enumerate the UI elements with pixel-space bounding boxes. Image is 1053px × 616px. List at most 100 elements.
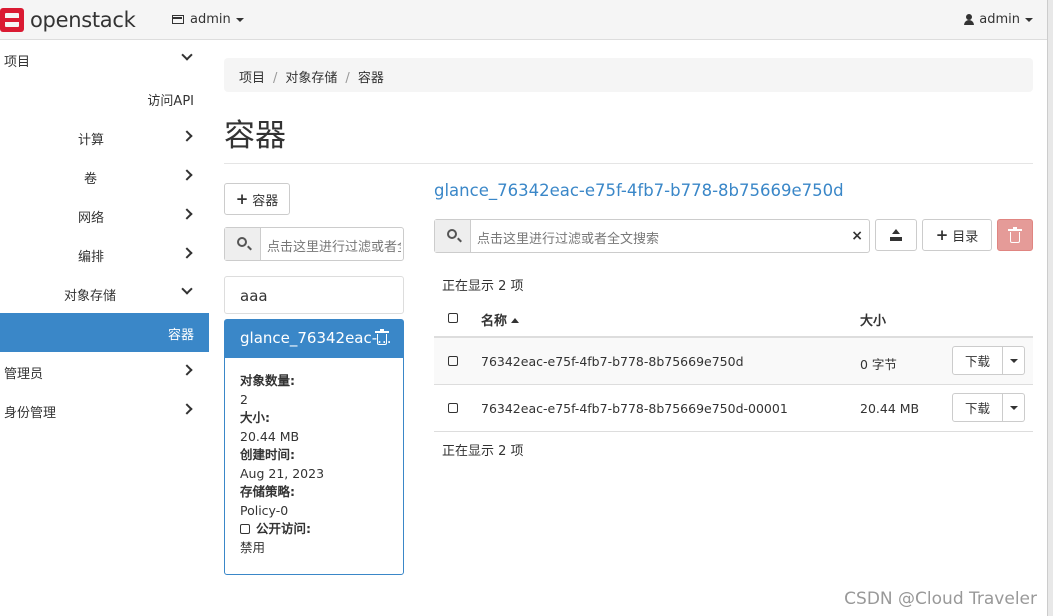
chevron-down-icon (181, 49, 193, 61)
watermark: CSDN @Cloud Traveler (844, 589, 1037, 609)
policy-label: 存储策略: (240, 484, 295, 499)
container-search-box: 点击这里进行过滤或者全文搜索 (224, 227, 404, 261)
search-addon (225, 228, 261, 260)
chevron-right-icon (181, 403, 193, 415)
column-name-header[interactable]: 名称 (481, 310, 520, 329)
add-container-button[interactable]: + 容器 (224, 183, 290, 215)
create-folder-label: 目录 (952, 229, 979, 245)
breadcrumb-object-store[interactable]: 对象存储 (285, 71, 337, 86)
container-item-glance[interactable]: glance_76342eac-... 对象数量: 2 大小: 20.44 MB… (224, 319, 404, 575)
created-value: Aug 21, 2023 (240, 465, 325, 481)
row-checkbox[interactable] (448, 356, 458, 366)
sidebar-item-compute[interactable]: 计算 (0, 118, 209, 157)
sort-ascending-icon (511, 318, 520, 323)
object-count-value: 2 (240, 391, 248, 407)
showing-count-bottom: 正在显示 2 项 (442, 444, 524, 459)
public-access-checkbox[interactable] (240, 524, 250, 534)
plus-icon: + (235, 190, 249, 208)
download-button[interactable]: 下载 (952, 393, 1003, 422)
select-all-checkbox[interactable] (448, 313, 458, 323)
project-icon (172, 15, 184, 24)
object-search-input[interactable]: 点击这里进行过滤或者全文搜索 (477, 228, 837, 247)
sidebar-item-label: 对象存储 (64, 289, 117, 304)
objects-table: 名称 大小 76342eac-e75f-4fb7-b778-8b75669e75… (434, 300, 1033, 432)
object-size: 20.44 MB (860, 401, 920, 416)
container-name: aaa (240, 287, 268, 305)
sidebar: 项目 访问API 计算 卷 网络 编排 对象存储 容器 管理员 身份管理 (0, 40, 209, 430)
container-item-aaa[interactable]: aaa (224, 276, 404, 314)
sidebar-item-label: 编排 (78, 250, 105, 265)
page-title: 容器 (224, 118, 286, 154)
public-access-label: 公开访问: (256, 521, 311, 536)
actions-dropdown-toggle[interactable] (1003, 346, 1025, 375)
chevron-right-icon (181, 208, 193, 220)
sidebar-item-label: 容器 (167, 328, 194, 343)
project-label: admin (190, 12, 231, 27)
sidebar-item-label: 管理员 (4, 367, 44, 382)
delete-button[interactable] (997, 219, 1033, 251)
table-row: 76342eac-e75f-4fb7-b778-8b75669e750d 0 字… (434, 338, 1033, 385)
row-checkbox[interactable] (448, 403, 458, 413)
project-selector[interactable]: admin (172, 12, 244, 27)
sidebar-item-label: 身份管理 (4, 406, 57, 421)
chevron-down-icon (181, 283, 193, 295)
selected-container-header: glance_76342eac-... (225, 320, 403, 358)
object-count-label: 对象数量: (240, 373, 295, 388)
search-addon (435, 220, 471, 252)
upload-icon (890, 229, 902, 241)
column-size-header: 大小 (860, 314, 887, 329)
openstack-logo[interactable]: openstack (0, 7, 136, 33)
policy-value: Policy-0 (240, 502, 289, 518)
sidebar-item-project[interactable]: 项目 (0, 40, 209, 79)
upload-button[interactable] (875, 219, 917, 251)
download-button-group: 下载 (952, 393, 1025, 422)
user-menu[interactable]: admin (964, 12, 1033, 27)
window-scrollbar[interactable] (1047, 0, 1053, 616)
add-container-label: 容器 (252, 193, 279, 209)
sidebar-item-containers[interactable]: 容器 (0, 313, 209, 352)
sidebar-item-api-access[interactable]: 访问API (0, 79, 209, 118)
chevron-right-icon (181, 364, 193, 376)
object-name: 76342eac-e75f-4fb7-b778-8b75669e750d (481, 354, 744, 369)
plus-icon: + (935, 226, 949, 244)
breadcrumb: 项目 / 对象存储 / 容器 (224, 58, 1033, 92)
size-label: 大小: (240, 410, 270, 425)
breadcrumb-separator: / (345, 71, 350, 86)
created-label: 创建时间: (240, 447, 295, 462)
showing-count-top: 正在显示 2 项 (442, 279, 524, 294)
sidebar-item-object-store[interactable]: 对象存储 (0, 274, 209, 313)
logo-text: openstack (30, 8, 136, 32)
sidebar-item-label: 卷 (84, 172, 98, 187)
sidebar-item-identity[interactable]: 身份管理 (0, 391, 209, 430)
actions-dropdown-toggle[interactable] (1003, 393, 1025, 422)
download-button[interactable]: 下载 (952, 346, 1003, 375)
breadcrumb-containers: 容器 (357, 71, 384, 86)
table-row: 76342eac-e75f-4fb7-b778-8b75669e750d-000… (434, 385, 1033, 432)
caret-down-icon (1025, 17, 1033, 22)
openstack-logo-icon (0, 8, 24, 32)
container-title: glance_76342eac-e75f-4fb7-b778-8b75669e7… (434, 181, 844, 200)
create-folder-button[interactable]: + 目录 (922, 219, 992, 251)
sidebar-item-volumes[interactable]: 卷 (0, 157, 209, 196)
chevron-right-icon (181, 130, 193, 142)
top-navbar: openstack admin admin (0, 0, 1053, 40)
clear-search-icon[interactable]: × (851, 228, 863, 244)
chevron-right-icon (181, 247, 193, 259)
sidebar-item-network[interactable]: 网络 (0, 196, 209, 235)
sidebar-item-admin[interactable]: 管理员 (0, 352, 209, 391)
sidebar-item-orchestration[interactable]: 编排 (0, 235, 209, 274)
trash-icon[interactable] (375, 329, 389, 345)
user-label: admin (979, 12, 1020, 27)
trash-icon (1008, 226, 1022, 243)
breadcrumb-separator: / (273, 71, 278, 86)
search-icon (237, 237, 247, 247)
sidebar-item-label: 项目 (4, 55, 31, 70)
object-size: 0 字节 (860, 357, 897, 372)
table-header: 名称 大小 (434, 300, 1033, 338)
container-name: glance_76342eac-... (240, 329, 392, 347)
user-icon (964, 14, 975, 25)
container-search-input[interactable]: 点击这里进行过滤或者全文搜索 (267, 236, 401, 255)
breadcrumb-project[interactable]: 项目 (239, 71, 265, 86)
search-icon (447, 229, 457, 239)
size-value: 20.44 MB (240, 428, 300, 444)
